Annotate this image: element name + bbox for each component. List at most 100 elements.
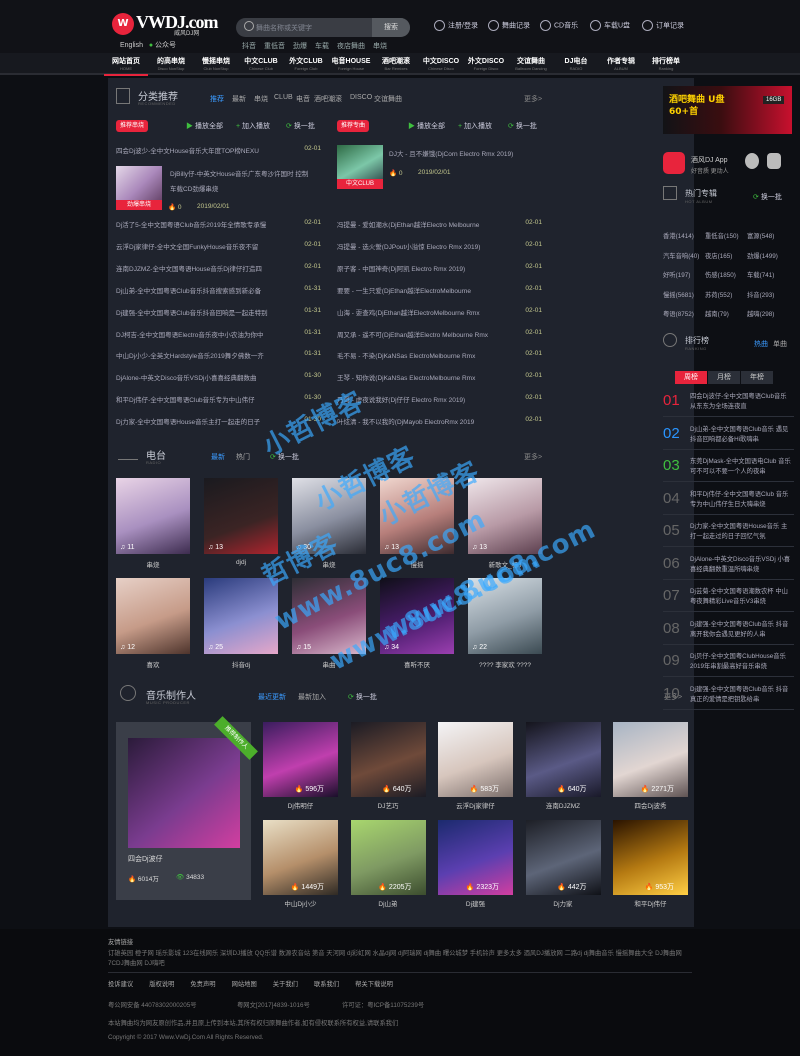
rank-link-hot[interactable]: 热曲 (754, 339, 768, 349)
friend-links[interactable]: 订雄英园 橙子网 瑶乐影城 123在线网乐 深圳DJ播放 QQ乐谱 数源农音站 … (108, 949, 692, 969)
rank-item[interactable]: 03 东莞DjMask-全中文国语电Club 音乐可不可以不要一个人的夜串 (663, 452, 794, 482)
radio-more[interactable]: 更多> (524, 452, 542, 462)
album-change[interactable]: ⟳ 换一批 (753, 192, 782, 202)
rank-link-single[interactable]: 单曲 (773, 339, 787, 349)
radio-tab-latest[interactable]: 最新 (211, 452, 225, 462)
producer-item[interactable]: 🔥 596万 (263, 722, 338, 797)
hot-term[interactable]: 夜店舞曲 (337, 43, 365, 50)
radio-tab-hot[interactable]: 热门 (236, 452, 250, 462)
nav-item[interactable]: 作者专辑 ALBUM (599, 56, 643, 71)
rank-item[interactable]: 08 Dj建强-全中文国粤语Club音乐 抖音离开我你会遇见更好的人串 (663, 615, 794, 645)
recommend-tab[interactable]: 酒吧潮滚 (314, 94, 342, 104)
song-row[interactable]: 王琴 - 知你说(DjKaNSas ElectroMelbourne Rmx 02… (337, 372, 542, 386)
left-change[interactable]: ⟳ 换一批 (286, 121, 315, 131)
song-row[interactable]: 中山Dj小少-全英文Hardstyle音乐2019舞夕佛数一齐 01-31 (116, 350, 321, 364)
recommend-tab[interactable]: DISCO (350, 94, 372, 101)
nav-item[interactable]: 外文DISCO Foreign Disco (464, 56, 508, 71)
android-icon[interactable] (767, 153, 781, 169)
song-row[interactable]: 连南DJZMZ-全中文国粤语House音乐Dj律仔打造四 02-01 (116, 263, 321, 277)
album-tag[interactable]: 抖音(293) (747, 290, 774, 299)
footer-nav-link[interactable]: 帮关下载说明 (355, 981, 393, 988)
song-row[interactable]: 要要 - 一生只爱(DjEthan越洋ElectroMelbourne 02-01 (337, 285, 542, 299)
nav-item[interactable]: 酒吧潮滚 Bar Remixes (374, 56, 418, 71)
orders-link[interactable]: 订单记录 (642, 20, 684, 31)
rank-tab-year[interactable]: 年榜 (741, 371, 773, 384)
album-tag[interactable]: 好听(197) (663, 270, 690, 279)
nav-item[interactable]: 排行榜单 Ranking (644, 56, 688, 71)
right-feat-title[interactable]: DJ大 - 且不嫌饿(DjCorn Electro Rmx 2019) (389, 148, 539, 158)
album-tag[interactable]: 夜店(165) (705, 251, 732, 260)
rank-item[interactable]: 05 Dj力家-全中文国粤语House音乐 主打一起走过的日子回忆气氛 (663, 517, 794, 547)
album-tag[interactable]: 车载(741) (747, 270, 774, 279)
producer-item[interactable]: 🔥 583万 (438, 722, 513, 797)
nav-item[interactable]: 中文CLUB Chinese Club (239, 56, 283, 71)
nav-item[interactable]: 慢摇串烧 Club NonStop (194, 56, 238, 71)
hot-term[interactable]: 重低音 (264, 43, 285, 50)
song-row[interactable]: Dj建强-全中文国粤语Club音乐抖音回响是一起走特别 01-31 (116, 307, 321, 321)
song-row[interactable]: 原子客 - 中国神奇(Dj阿凯 Electro Rmx 2019) 02-01 (337, 263, 542, 277)
nav-item[interactable]: DJ电台 RADIO (554, 56, 598, 71)
album-tag[interactable]: 慢摇(5681) (663, 290, 694, 299)
album-tag[interactable]: 越南(79) (705, 309, 729, 318)
rank-item[interactable]: 06 DjAlone-中英文Disco音乐VSDj 小喜喜经典翻数重温所嗨串烧 (663, 550, 794, 580)
cd-link[interactable]: CD音乐 (540, 20, 578, 31)
producer-item[interactable]: 🔥 2205万 (350, 820, 426, 895)
producer-item[interactable]: 🔥 442万 (525, 820, 601, 895)
footer-nav-link[interactable]: 联系我们 (314, 981, 339, 988)
song-row[interactable]: 山海 - 耍查鸡(DjEthan越洋ElectroMelbourne Rmx 02… (337, 307, 542, 321)
left-play-all[interactable]: ▶ 播放全部 (186, 121, 223, 131)
recommend-more[interactable]: 更多> (524, 94, 542, 104)
footer-nav-link[interactable]: 版权说明 (149, 981, 174, 988)
recommend-tab[interactable]: CLUB (274, 94, 293, 101)
app-logo[interactable] (663, 152, 685, 174)
recommend-tab[interactable]: 串烧 (254, 94, 268, 104)
producer-item[interactable]: 🔥 1449万 (263, 820, 338, 895)
left-top-row[interactable]: 四会Dj波少-全中文House音乐大年度TOP榜NEXU 02-01 (116, 145, 321, 159)
apple-icon[interactable] (745, 153, 759, 169)
nav-item[interactable]: 的高串烧 Disco NonStop (149, 56, 193, 71)
recommend-tab[interactable]: 最新 (232, 94, 246, 104)
login-link[interactable]: 注册/登录 (434, 20, 478, 31)
nav-item[interactable]: 电音HOUSE Foreign House (329, 56, 373, 71)
left-feat-title[interactable]: DjBilly仔-中英文House音乐广东粤沙许国时 控制车载CD劲爆串烧 (170, 167, 310, 197)
song-row[interactable]: DjAlone-中英文Disco音乐VSDj小喜喜经典翻数曲 01-30 (116, 372, 321, 386)
footer-nav-link[interactable]: 投诉建议 (108, 981, 133, 988)
producer-item[interactable]: 🔥 640万 (350, 722, 426, 797)
rank-item[interactable]: 07 Dj芸菊-全中文国粤语潮数农杯 中山粤夜舞精彩Live音乐V3串烧 (663, 582, 794, 612)
radio-item[interactable]: ♫ 13 (204, 478, 278, 554)
album-tag[interactable]: 富源(548) (747, 231, 774, 240)
search-button[interactable]: 搜索 (372, 18, 410, 37)
usb-link[interactable]: 车载U盘 (590, 20, 630, 31)
recommend-tab[interactable]: 交谊舞曲 (374, 94, 402, 104)
song-row[interactable]: 周又承 - 遥不可(DjEthan越洋Electro Melbourne Rmx… (337, 329, 542, 343)
right-play-all[interactable]: ▶ 播放全部 (408, 121, 445, 131)
site-logo[interactable]: W VWDJ.com 威风DJ网 (112, 11, 218, 39)
hot-term[interactable]: 劲爆 (293, 43, 307, 50)
song-row[interactable]: Dj山弟-全中文国粤语Club音乐抖音搜索感到新必备 01-31 (116, 285, 321, 299)
producer-tab-new[interactable]: 最新加入 (298, 692, 326, 702)
wechat-link[interactable]: 公众号 (155, 42, 176, 49)
album-tag[interactable]: 苏荷(552) (705, 290, 732, 299)
nav-item[interactable]: 中文DISCO Chinese Disco (419, 56, 463, 71)
song-row[interactable]: 叶炫清 - 我不以我的(DjMayob ElectroRmx 2019 02-01 (337, 416, 542, 430)
footer-nav-link[interactable]: 免责声明 (190, 981, 215, 988)
rank-item[interactable]: 02 Dj山弟-全中文国粤语Club音乐 遇见抖音回响都必备Hi歌嗨串 (663, 420, 794, 450)
producer-tab-recent[interactable]: 最近更新 (258, 692, 286, 702)
album-tag[interactable]: 汽车音响(40) (663, 251, 699, 260)
featured-producer-card[interactable]: 推荐制作人 四会Dj波仔 🔥 6014万 👁 34833 (116, 716, 258, 900)
radio-item[interactable]: ♫ 12 (116, 578, 190, 654)
rank-item[interactable]: 09 Dj贝仔-全中文国粤ClubHouse音乐 2019年串割最高好音乐串烧 (663, 647, 794, 677)
search-input[interactable]: 舞曲名称或关键字 (256, 23, 312, 33)
producer-item[interactable]: 🔥 2323万 (438, 820, 513, 895)
album-tag[interactable]: 劲爆(1499) (747, 251, 778, 260)
radio-item[interactable]: ♫ 25 (204, 578, 278, 654)
right-change[interactable]: ⟳ 换一批 (508, 121, 537, 131)
english-link[interactable]: English (120, 42, 143, 49)
rank-item[interactable]: 04 和平Dj伟仔-全中文国粤语Club 音乐专为中山伟仔生日大嗨串烧 (663, 485, 794, 515)
usb-banner[interactable]: 酒吧舞曲 U盘 60+首 16GB (663, 86, 792, 134)
hot-term[interactable]: 车载 (315, 43, 329, 50)
producer-change[interactable]: ⟳ 换一批 (348, 692, 377, 702)
left-add-list[interactable]: + 加入播放 (236, 121, 270, 131)
nav-item[interactable]: 交谊舞曲 Ballroom Dancing (509, 56, 553, 71)
radio-item[interactable]: ♫ 11 (116, 478, 190, 554)
